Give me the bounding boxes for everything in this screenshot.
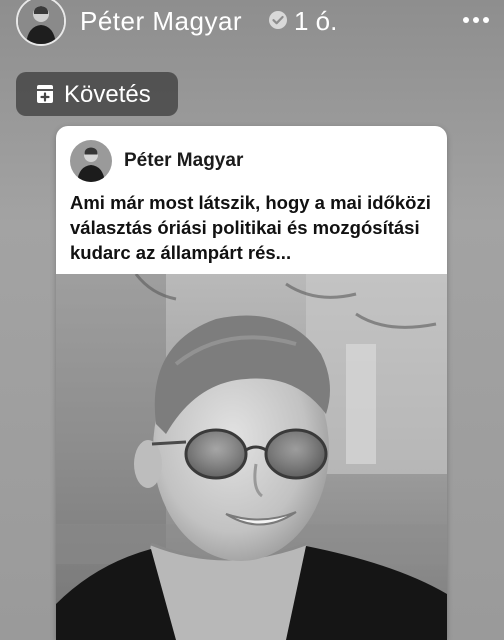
verified-badge-icon [269,11,287,29]
post-author-name[interactable]: Péter Magyar [124,150,243,172]
follow-icon [37,85,53,103]
post-age: 1 ó. [294,6,338,36]
follow-label: Követés [64,81,151,108]
author-avatar[interactable] [16,0,66,46]
post-text: Ami már most látszik, hogy a mai időközi… [70,192,431,263]
more-options-icon[interactable] [458,10,494,30]
story-header: Péter Magyar 1 ó. [0,0,504,48]
shared-post-card[interactable]: Péter Magyar Ami már most látszik, hogy … [56,126,447,640]
post-author-avatar[interactable] [70,140,112,182]
author-name[interactable]: Péter Magyar [80,6,242,37]
post-photo[interactable] [56,274,447,640]
follow-button[interactable]: Követés [16,72,178,116]
